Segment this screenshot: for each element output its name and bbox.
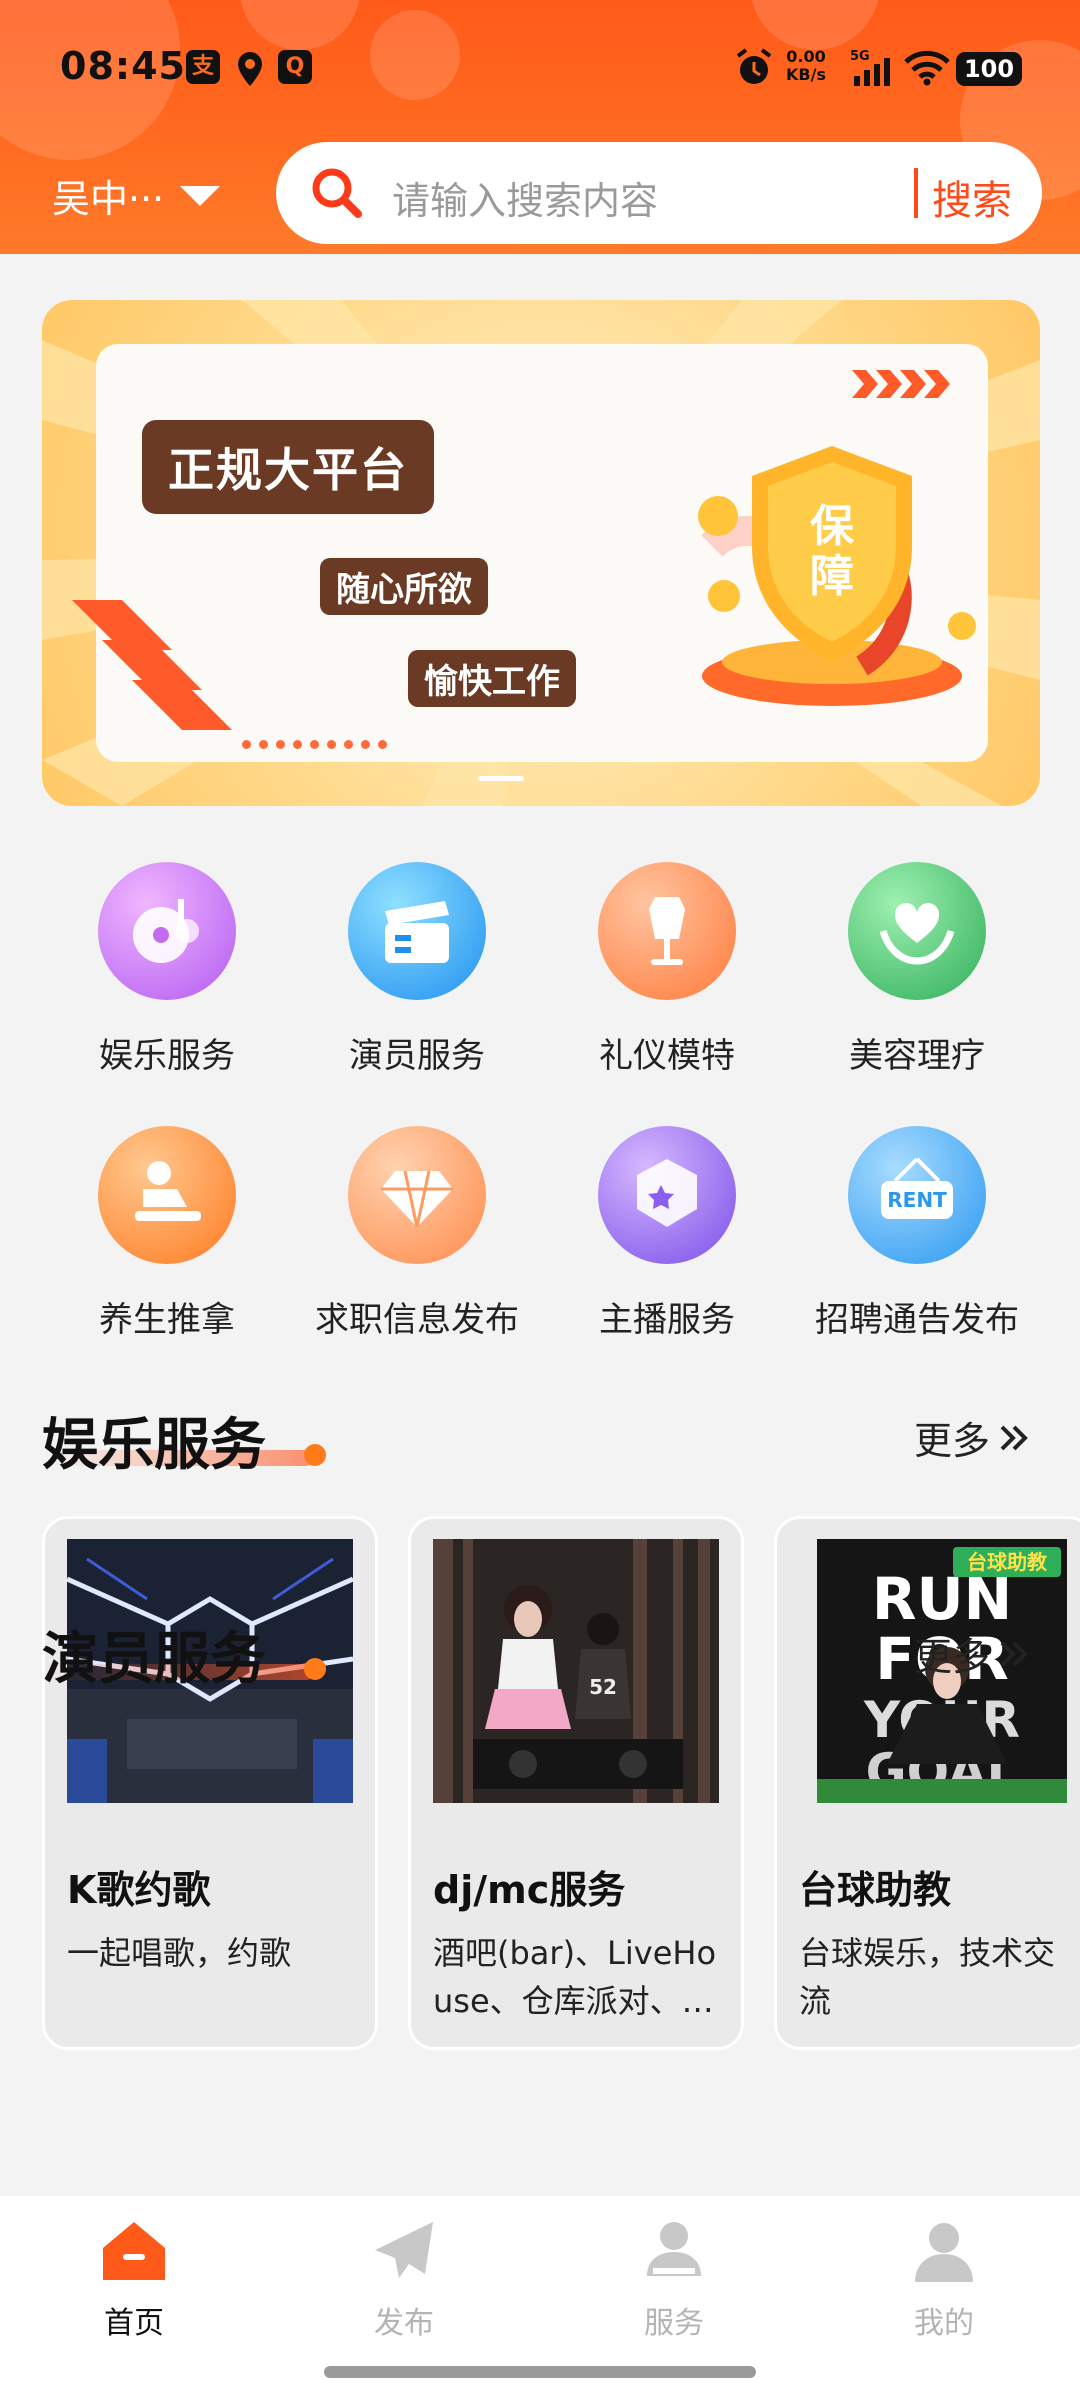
alipay-icon: 支 (186, 50, 220, 84)
dj-performer-image: 52 (433, 1539, 719, 1803)
massage-icon (98, 1126, 236, 1264)
search-button[interactable]: 搜索 (932, 168, 1012, 226)
category-label: 求职信息发布 (315, 1300, 519, 1340)
search-input[interactable]: 请输入搜索内容 (392, 170, 658, 225)
category-actor[interactable]: 演员服务 (292, 862, 542, 1077)
svg-text:台球助教: 台球助教 (967, 1550, 1048, 1574)
banner-tag-1: 随心所欲 (320, 558, 488, 615)
chevron-arrows-icon (72, 600, 232, 730)
carousel-indicator (478, 776, 524, 781)
category-etiquette-model[interactable]: 礼仪模特 (542, 862, 792, 1077)
service-card-karaoke[interactable]: K歌约歌 一起唱歌，约歌 (42, 1516, 378, 2050)
category-label: 美容理疗 (849, 1036, 985, 1076)
section-dot (304, 1444, 326, 1466)
category-job-post[interactable]: 求职信息发布 (292, 1126, 542, 1341)
category-label: 主播服务 (599, 1300, 735, 1340)
category-label: 娱乐服务 (99, 1036, 235, 1076)
banner-tag-2: 愉快工作 (408, 650, 576, 707)
service-card-billiards[interactable]: RUN FOR YOUR GOAL 台球助教 台球助教 台球娱乐，技术交流 (774, 1516, 1080, 2050)
small-arrows-icon (852, 370, 950, 398)
battery-indicator: 100 (956, 52, 1022, 86)
diamond-icon (348, 1126, 486, 1264)
status-time: 08:45 (60, 44, 186, 88)
svg-text:障: 障 (810, 551, 854, 602)
card-title: 台球助教 (799, 1868, 952, 1912)
category-label: 招聘通告发布 (815, 1300, 1019, 1340)
user-icon (915, 2223, 973, 2282)
section-title-actor: 演员服务 (42, 1627, 266, 1692)
more-label: 更多 (913, 1419, 990, 1463)
more-link-actor[interactable]: 更多 (914, 1626, 1030, 1681)
svg-text:RENT: RENT (887, 1188, 947, 1212)
nav-label: 我的 (914, 2306, 974, 2341)
banner-dots (242, 740, 387, 749)
category-recruit[interactable]: RENT 招聘通告发布 (792, 1126, 1042, 1341)
section-dot (304, 1658, 326, 1680)
mannequin-icon (598, 862, 736, 1000)
paper-plane-icon (375, 2222, 433, 2278)
svg-text:保: 保 (810, 501, 855, 552)
net-speed-unit: KB/s (786, 65, 826, 84)
banner-title: 正规大平台 (142, 420, 434, 514)
nav-service[interactable]: 服务 (574, 2216, 774, 2342)
alarm-icon (734, 48, 774, 88)
app-notification-icon: Q (278, 50, 312, 84)
category-beauty[interactable]: 美容理疗 (792, 862, 1042, 1077)
svg-text:5G: 5G (850, 49, 870, 64)
home-icon (103, 2222, 165, 2280)
net-speed-value: 0.00 (786, 47, 826, 66)
rent-sign-icon: RENT (848, 1126, 986, 1264)
net-speed: 0.00 KB/s (786, 48, 826, 84)
location-pin-icon (236, 52, 264, 86)
search-icon (312, 168, 362, 218)
card-description: 台球娱乐，技术交流 (799, 1934, 1056, 2020)
category-entertainment[interactable]: 娱乐服务 (42, 862, 292, 1077)
card-title: K歌约歌 (67, 1868, 211, 1912)
category-label: 演员服务 (349, 1036, 485, 1076)
svg-text:52: 52 (589, 1675, 617, 1699)
search-divider (914, 168, 918, 218)
nav-home[interactable]: 首页 (34, 2216, 234, 2342)
category-streamer[interactable]: 主播服务 (542, 1126, 792, 1341)
search-bar[interactable]: 请输入搜索内容 搜索 (276, 142, 1042, 244)
more-label: 更多 (913, 1635, 990, 1679)
section-title-entertainment: 娱乐服务 (42, 1413, 266, 1478)
shield-guarantee-icon: 保 障 (698, 446, 976, 706)
nav-profile[interactable]: 我的 (844, 2216, 1044, 2342)
card-description: 一起唱歌，约歌 (67, 1934, 292, 1972)
location-label: 吴中··· (52, 177, 165, 221)
service-person-icon (647, 2222, 701, 2276)
header: 08:45 支 Q 0.00 KB/s 5G 100 吴中··· 请输入搜索内容… (0, 0, 1080, 254)
wifi-icon (904, 50, 950, 86)
music-disc-icon (98, 862, 236, 1000)
nav-publish[interactable]: 发布 (304, 2216, 504, 2342)
double-chevron-right-icon (1000, 1641, 1028, 1666)
category-label: 养生推拿 (99, 1300, 235, 1340)
nav-label: 发布 (374, 2306, 434, 2341)
nav-label: 服务 (644, 2306, 704, 2341)
double-chevron-right-icon (1000, 1425, 1028, 1450)
card-title: dj/mc服务 (433, 1868, 626, 1912)
location-selector[interactable]: 吴中··· (52, 168, 221, 223)
card-description: 酒吧(bar)、LiveHouse、仓库派对、… (433, 1934, 717, 2020)
status-bar: 08:45 支 Q 0.00 KB/s 5G 100 (0, 0, 1080, 140)
promo-banner[interactable]: 正规大平台 随心所欲 愉快工作 保 障 (42, 300, 1040, 806)
home-indicator[interactable] (324, 2366, 756, 2378)
clapperboard-icon (348, 862, 486, 1000)
category-massage[interactable]: 养生推拿 (42, 1126, 292, 1341)
signal-icon: 5G (850, 48, 896, 88)
star-badge-icon (598, 1126, 736, 1264)
dropdown-arrow-icon (180, 185, 221, 206)
heart-hands-icon (848, 862, 986, 1000)
service-card-dj[interactable]: 52 dj/mc服务 酒吧(bar)、LiveHouse、仓库派对、… (408, 1516, 744, 2050)
more-link-entertainment[interactable]: 更多 (914, 1410, 1030, 1465)
category-label: 礼仪模特 (599, 1036, 735, 1076)
nav-label: 首页 (104, 2306, 164, 2341)
